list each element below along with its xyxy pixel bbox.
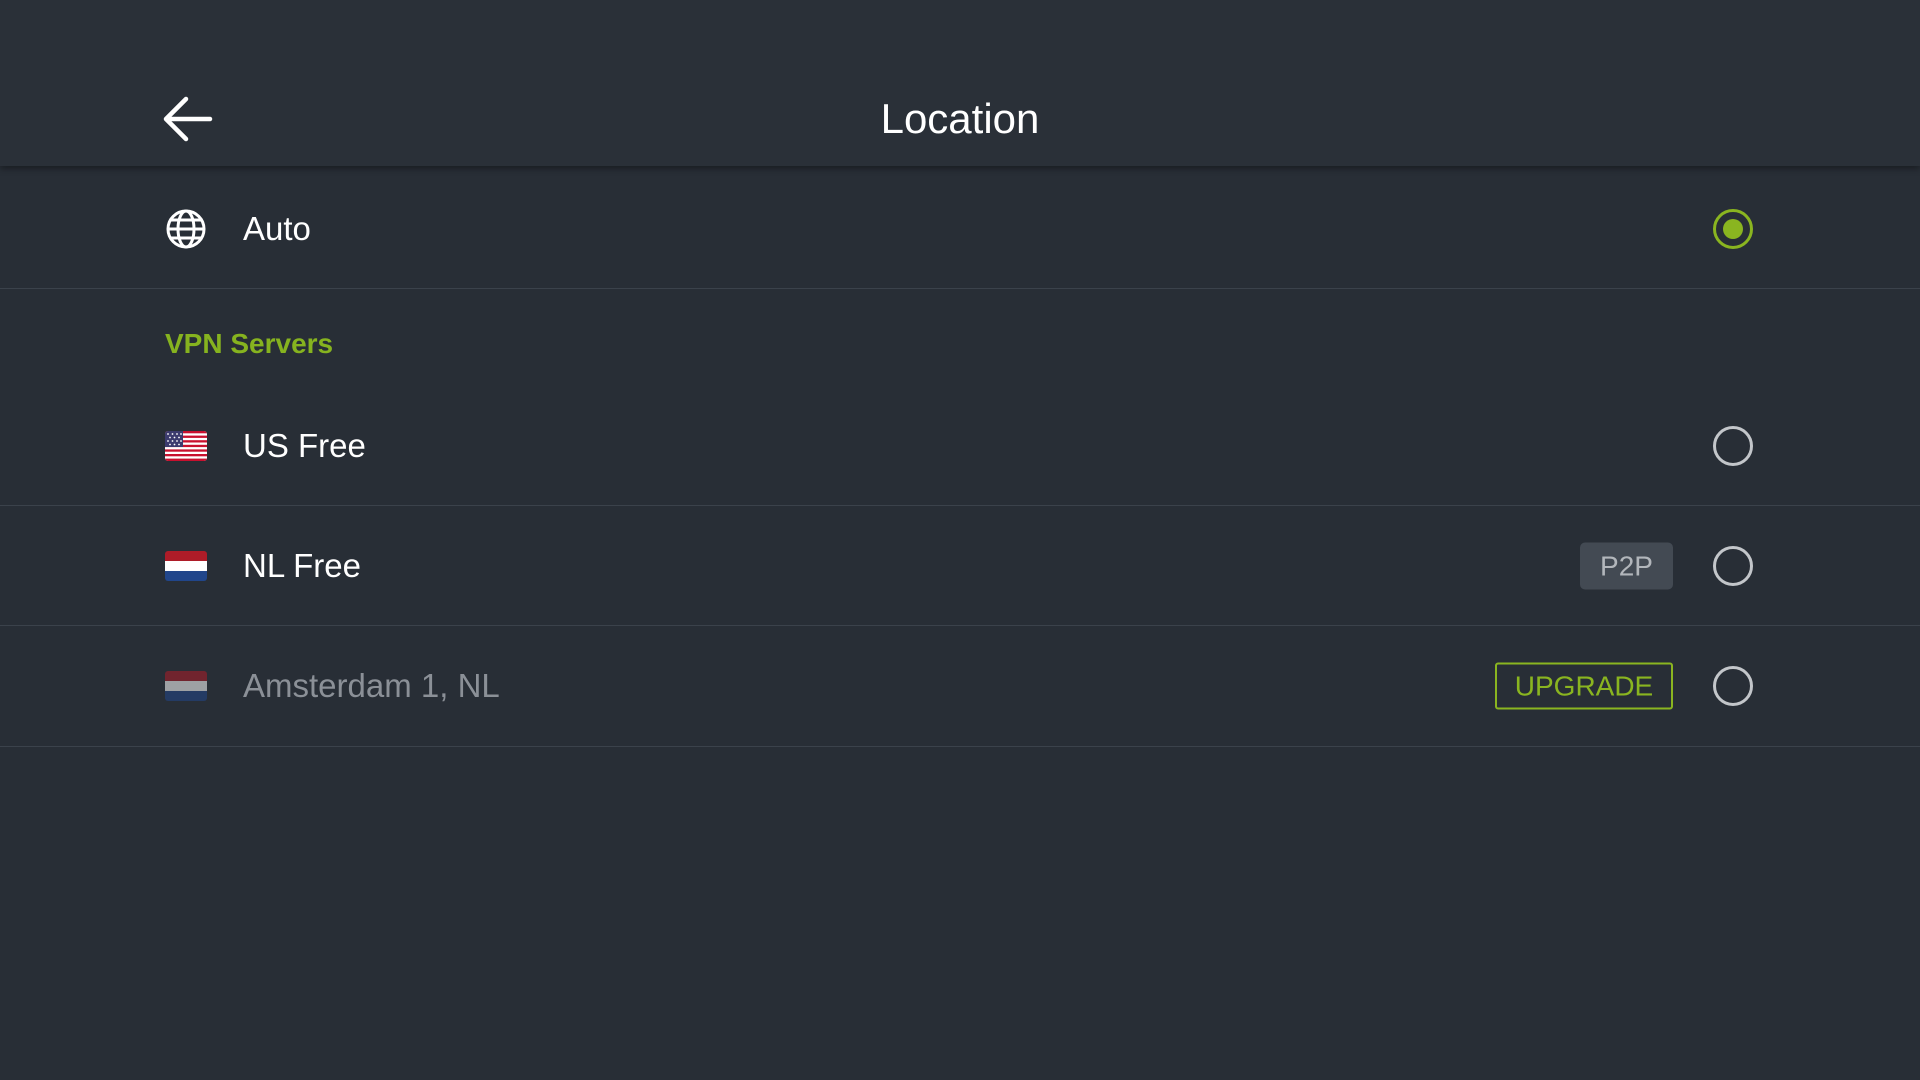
- us-flag-icon: [165, 430, 207, 461]
- server-label: US Free: [243, 426, 366, 464]
- section-title-vpn-servers: VPN Servers: [165, 328, 334, 359]
- radio-unselected[interactable]: [1713, 545, 1753, 586]
- server-label: NL Free: [243, 546, 361, 584]
- globe-icon: [166, 209, 206, 248]
- server-item-amsterdam-1[interactable]: Amsterdam 1, NL UPGRADE: [0, 626, 1920, 747]
- location-screen: Location Auto VPN Servers US Free NL Fre…: [0, 0, 1920, 1080]
- server-item-nl-free[interactable]: NL Free P2P: [0, 506, 1920, 626]
- radio-unselected[interactable]: [1713, 666, 1753, 706]
- nl-flag-icon: [165, 671, 207, 701]
- radio-unselected[interactable]: [1713, 425, 1753, 466]
- radio-selected[interactable]: [1713, 208, 1753, 249]
- p2p-badge: P2P: [1580, 542, 1673, 589]
- nl-flag-icon: [165, 550, 207, 581]
- server-label: Amsterdam 1, NL: [243, 667, 500, 704]
- page-title: Location: [880, 95, 1040, 142]
- header-bar: Location: [0, 0, 1920, 166]
- upgrade-button[interactable]: UPGRADE: [1495, 662, 1673, 710]
- location-option-auto[interactable]: Auto: [0, 169, 1920, 289]
- server-item-us-free[interactable]: US Free: [0, 386, 1920, 506]
- location-option-label: Auto: [243, 209, 311, 247]
